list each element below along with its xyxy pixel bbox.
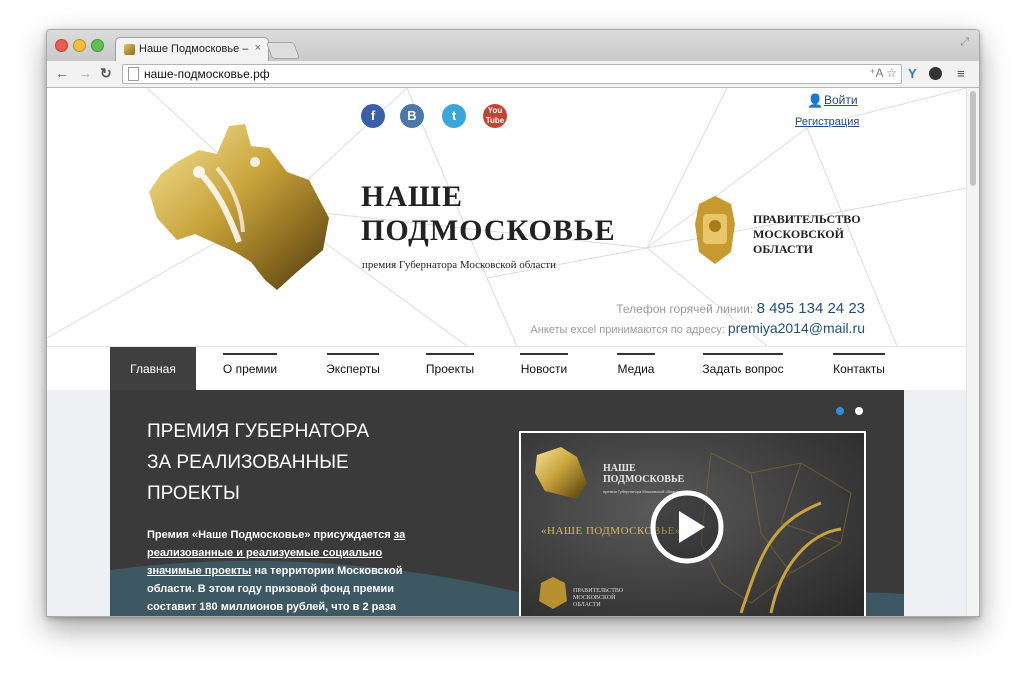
- nav-item-experts[interactable]: Эксперты: [315, 347, 391, 391]
- forward-arrow-icon[interactable]: →: [78, 65, 92, 81]
- minimize-window-button[interactable]: [73, 39, 86, 52]
- nav-item-contacts[interactable]: Контакты: [823, 347, 895, 391]
- nav-label: Проекты: [425, 362, 475, 376]
- government-label: ПРАВИТЕЛЬСТВО МОСКОВСКОЙ ОБЛАСТИ: [753, 212, 861, 257]
- window-controls: [55, 39, 109, 57]
- video-gov-line3: ОБЛАСТИ: [573, 602, 601, 608]
- play-icon[interactable]: [649, 489, 725, 565]
- gov-line3: ОБЛАСТИ: [753, 242, 813, 256]
- email-link[interactable]: premiya2014@mail.ru: [728, 320, 865, 336]
- tab-bar: Наше Подмосковье – прем × ⤢: [47, 30, 979, 62]
- nav-label: О премии: [222, 362, 278, 376]
- nav-item-media[interactable]: Медиа: [608, 347, 664, 391]
- site-title-line2: ПОДМОСКОВЬЕ: [361, 214, 616, 247]
- scrollbar-thumb[interactable]: [970, 91, 976, 186]
- video-gov-line2: МОСКОВСКОЙ: [573, 595, 616, 601]
- vkontakte-icon[interactable]: B: [400, 104, 424, 128]
- hero-text-part1: Премия «Наше Подмосковье» присуждается: [147, 529, 394, 541]
- site-title: НАШЕ ПОДМОСКОВЬЕ: [361, 180, 616, 248]
- page-icon: [128, 67, 139, 81]
- video-gov-label: ПРАВИТЕЛЬСТВО МОСКОВСКОЙ ОБЛАСТИ: [573, 588, 623, 609]
- hotline-phone[interactable]: 8 495 134 24 23: [757, 300, 865, 317]
- register-link[interactable]: Регистрация: [795, 116, 859, 128]
- nav-label: Медиа: [617, 362, 655, 376]
- menu-icon[interactable]: ≡: [957, 66, 965, 81]
- nav-label: Новости: [520, 362, 568, 376]
- video-title-line2: ПОДМОСКОВЬЕ: [603, 474, 685, 485]
- nav-label: Контакты: [833, 362, 885, 376]
- hero-title-line3: ПРОЕКТЫ: [147, 483, 240, 504]
- golden-map-logo[interactable]: [147, 122, 337, 294]
- new-tab-button[interactable]: [265, 42, 301, 59]
- favicon-icon: [124, 44, 135, 55]
- nav-label: Задать вопрос: [702, 362, 784, 376]
- close-window-button[interactable]: [55, 39, 68, 52]
- reload-icon[interactable]: ↻: [100, 65, 112, 81]
- video-player[interactable]: НАШЕ ПОДМОСКОВЬЕ премия Губернатора Моск…: [519, 431, 866, 616]
- nav-item-about[interactable]: О премии: [210, 347, 290, 391]
- site-subtitle: премия Губернатора Московской области: [362, 259, 556, 271]
- user-icon: 👤: [807, 93, 824, 108]
- browser-window: Наше Подмосковье – прем × ⤢ ← → ↻ наше-п…: [46, 29, 980, 617]
- slider-dot-2[interactable]: [855, 407, 863, 415]
- gov-line1: ПРАВИТЕЛЬСТВО: [753, 212, 861, 226]
- coat-of-arms-icon: [695, 196, 735, 264]
- nav-label: Эксперты: [326, 362, 380, 376]
- nav-item-home[interactable]: Главная: [110, 347, 196, 391]
- site-title-line1: НАШЕ: [361, 180, 463, 213]
- browser-tab[interactable]: Наше Подмосковье – прем ×: [115, 37, 269, 62]
- extension-circle-icon[interactable]: [929, 67, 942, 80]
- video-gov-line1: ПРАВИТЕЛЬСТВО: [573, 588, 624, 594]
- page-content: f B t You Tube 👤 Войти Регистрация НАШЕ: [47, 88, 967, 616]
- back-arrow-icon[interactable]: ←: [55, 65, 69, 81]
- hero-slider: ПРЕМИЯ ГУБЕРНАТОРА ЗА РЕАЛИЗОВАННЫЕ ПРОЕ…: [110, 390, 904, 616]
- nav-item-ask-question[interactable]: Задать вопрос: [693, 347, 793, 391]
- gov-line2: МОСКОВСКОЙ: [753, 227, 844, 241]
- twitter-icon[interactable]: t: [442, 104, 466, 128]
- scrollbar[interactable]: [966, 88, 979, 616]
- tab-title: Наше Подмосковье – прем: [139, 43, 249, 55]
- hotline-label: Телефон горячей линии:: [616, 302, 754, 316]
- main-nav: Главная О премии Эксперты Проекты Новост…: [47, 346, 967, 391]
- nav-item-news[interactable]: Новости: [508, 347, 580, 391]
- nav-label: Главная: [130, 362, 176, 376]
- translate-bookmark-icons[interactable]: ⁺A ☆: [869, 66, 897, 80]
- video-title: НАШЕ ПОДМОСКОВЬЕ: [603, 463, 684, 485]
- url-text: наше-подмосковье.рф: [144, 67, 270, 81]
- hotline: Телефон горячей линии: 8 495 134 24 23: [616, 300, 865, 317]
- hero-description: Премия «Наше Подмосковье» присуждается з…: [147, 526, 409, 616]
- slider-dot-1[interactable]: [836, 407, 844, 415]
- video-title-line1: НАШЕ: [603, 463, 636, 474]
- login-link[interactable]: Войти: [824, 93, 858, 107]
- hero-title-line2: ЗА РЕАЛИЗОВАННЫЕ: [147, 452, 349, 473]
- email-label: Анкеты excel принимаются по адресу:: [530, 324, 725, 336]
- youtube-icon[interactable]: You Tube: [483, 104, 507, 128]
- fullscreen-icon[interactable]: ⤢: [960, 36, 969, 49]
- hero-title-line1: ПРЕМИЯ ГУБЕРНАТОРА: [147, 421, 370, 442]
- hero-title: ПРЕМИЯ ГУБЕРНАТОРА ЗА РЕАЛИЗОВАННЫЕ ПРОЕ…: [147, 416, 369, 509]
- nav-item-projects[interactable]: Проекты: [415, 347, 485, 391]
- extension-y-icon[interactable]: Y: [908, 66, 917, 81]
- facebook-icon[interactable]: f: [361, 104, 385, 128]
- browser-toolbar: ← → ↻ наше-подмосковье.рф ⁺A ☆ Y ≡: [47, 61, 979, 88]
- address-bar[interactable]: наше-подмосковье.рф ⁺A ☆: [122, 64, 902, 84]
- tab-close-icon[interactable]: ×: [255, 42, 261, 54]
- zoom-window-button[interactable]: [91, 39, 104, 52]
- email-info: Анкеты excel принимаются по адресу: prem…: [530, 320, 865, 336]
